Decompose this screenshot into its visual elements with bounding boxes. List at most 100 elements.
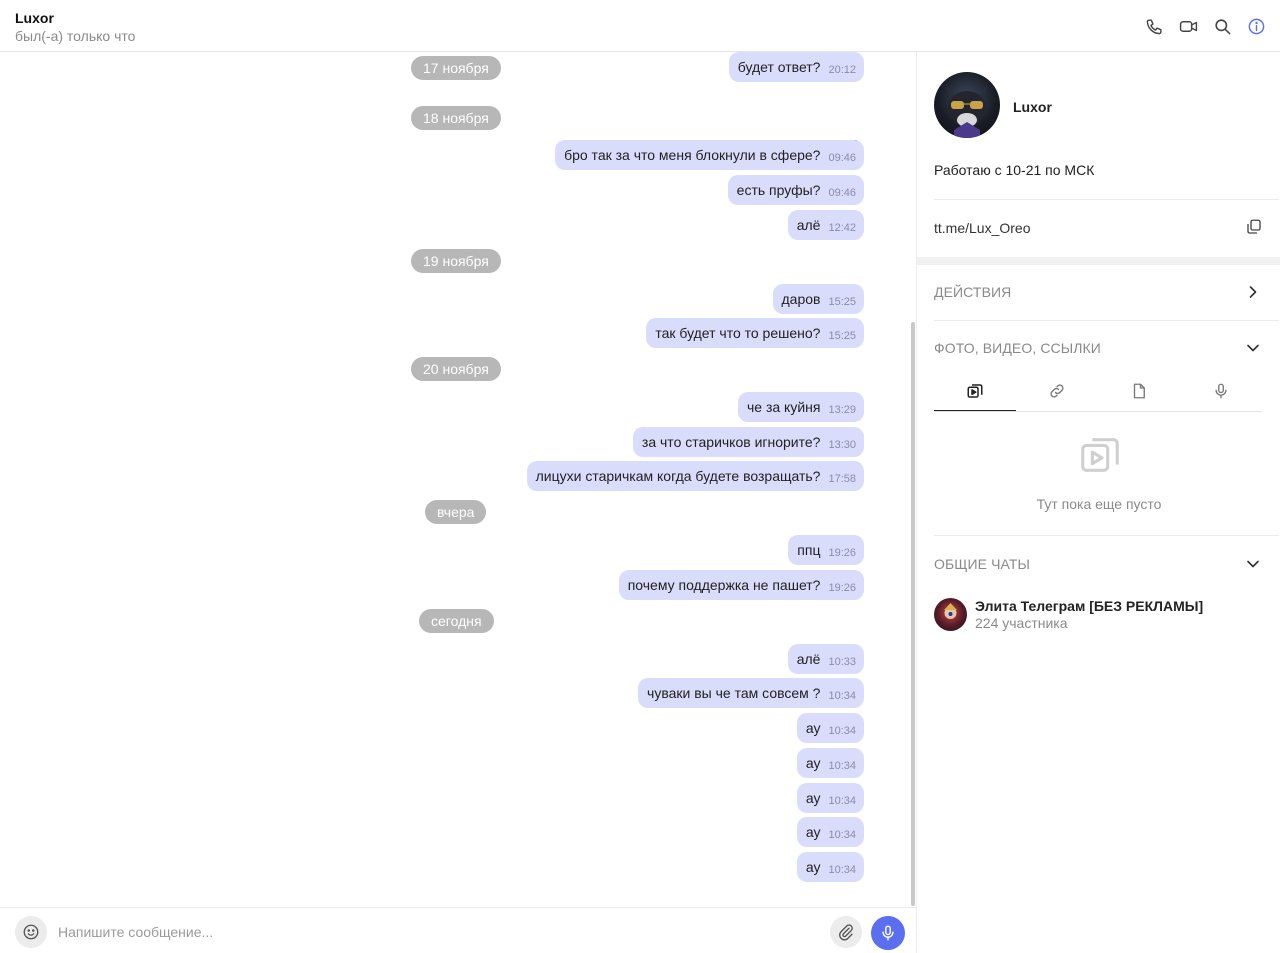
copy-icon[interactable] <box>1245 218 1263 236</box>
video-icon[interactable] <box>1178 16 1198 36</box>
message-bubble[interactable]: алё 12:42 <box>787 210 864 240</box>
message-time: 12:42 <box>828 222 856 234</box>
divider <box>934 199 1279 200</box>
message-text: будет ответ? <box>737 59 821 75</box>
profile-name: Luxor <box>1013 99 1052 115</box>
message-time: 10:34 <box>828 760 856 772</box>
message-bubble[interactable]: че за куйня 13:29 <box>737 392 864 422</box>
message-bubble[interactable]: ау 10:34 <box>796 817 864 847</box>
message-time: 17:58 <box>828 473 856 485</box>
chevron-down-icon[interactable] <box>1243 554 1263 574</box>
microphone-icon <box>882 925 894 941</box>
profile-sidebar: Luxor Работаю с 10-21 по МСК tt.me/Lux_O… <box>916 52 1280 953</box>
chat-status: был(-а) только что <box>15 28 136 44</box>
smile-icon <box>23 924 39 940</box>
message-bubble[interactable]: бро так за что меня блокнули в сфере? 09:… <box>555 140 864 170</box>
common-chat-item[interactable]: Элита Телеграм [БЕЗ РЕКЛАМЫ] 224 участни… <box>934 597 1264 633</box>
message-bubble[interactable]: ау 10:34 <box>796 783 864 813</box>
app: Luxor был(-а) только что 17 ноября 18 но… <box>0 0 1280 953</box>
message-bubble[interactable]: ппц 19:26 <box>788 535 864 565</box>
message-input[interactable] <box>58 920 808 944</box>
message-bubble[interactable]: алё 10:33 <box>787 644 864 674</box>
message-bubble[interactable]: лицухи старичкам когда будете возращать?… <box>526 461 864 491</box>
message-text: почему поддержка не пашет? <box>627 577 821 593</box>
attach-button[interactable] <box>830 916 862 948</box>
chevron-down-icon[interactable] <box>1243 338 1263 358</box>
message-text: алё <box>796 217 821 233</box>
chat-title[interactable]: Luxor <box>15 10 54 26</box>
tab-media[interactable] <box>934 370 1016 412</box>
message-bubble[interactable]: ау 10:34 <box>796 713 864 743</box>
tab-links[interactable] <box>1016 370 1098 412</box>
message-text: даров <box>781 291 821 307</box>
message-bubble[interactable]: есть пруфы? 09:46 <box>727 175 864 205</box>
message-bubble[interactable]: ау 10:34 <box>796 748 864 778</box>
message-bubble[interactable]: будет ответ? 20:12 <box>728 52 864 82</box>
message-time: 10:34 <box>828 864 856 876</box>
tab-files[interactable] <box>1098 370 1180 412</box>
profile-avatar[interactable] <box>934 72 1000 138</box>
message-time: 19:26 <box>828 582 856 594</box>
message-text: ау <box>805 790 821 806</box>
message-time: 09:46 <box>828 187 856 199</box>
message-bubble[interactable]: за что старичков игнорите? 13:30 <box>632 427 864 457</box>
message-list[interactable]: 17 ноября 18 ноября 19 ноября 20 ноября … <box>0 52 916 907</box>
header-actions <box>1144 16 1266 36</box>
message-bubble[interactable]: даров 15:25 <box>772 284 864 314</box>
divider <box>934 320 1279 321</box>
actions-section-title[interactable]: ДЕЙСТВИЯ <box>934 284 1011 300</box>
scroll-edge <box>0 52 3 147</box>
tab-voice[interactable] <box>1180 370 1262 412</box>
profile-bio: Работаю с 10-21 по МСК <box>934 162 1095 178</box>
chat-scrollbar[interactable] <box>911 322 915 906</box>
message-text: че за куйня <box>746 399 821 415</box>
empty-media-text: Тут пока еще пусто <box>1036 496 1162 512</box>
message-text: так будет что то решено? <box>655 325 821 341</box>
message-text: алё <box>796 651 821 667</box>
date-separator: вчера <box>425 500 487 524</box>
emoji-button[interactable] <box>15 916 47 948</box>
common-chat-members: 224 участника <box>975 615 1068 631</box>
message-time: 15:25 <box>828 330 856 342</box>
message-text: есть пруфы? <box>736 182 821 198</box>
media-section-title[interactable]: ФОТО, ВИДЕО, ССЫЛКИ <box>934 340 1101 356</box>
message-time: 10:34 <box>828 795 856 807</box>
section-separator <box>917 257 1280 265</box>
date-separator: 20 ноября <box>411 357 501 381</box>
message-text: бро так за что меня блокнули в сфере? <box>564 147 821 163</box>
message-text: ау <box>805 859 821 875</box>
message-text: ау <box>805 824 821 840</box>
profile-link[interactable]: tt.me/Lux_Oreo <box>934 220 1031 236</box>
search-icon[interactable] <box>1212 16 1232 36</box>
media-icon <box>967 384 983 398</box>
message-bubble[interactable]: так будет что то решено? 15:25 <box>646 318 864 348</box>
date-separator: 17 ноября <box>411 56 501 80</box>
message-bubble[interactable]: чуваки вы че там совсем ? 10:34 <box>638 678 864 708</box>
chevron-right-icon[interactable] <box>1243 282 1263 302</box>
tabs-divider <box>934 411 1262 412</box>
link-icon <box>1050 384 1064 398</box>
message-time: 13:30 <box>828 439 856 451</box>
message-time: 10:33 <box>828 656 856 668</box>
phone-icon[interactable] <box>1144 16 1164 36</box>
message-bubble[interactable]: почему поддержка не пашет? 19:26 <box>618 570 864 600</box>
common-chat-avatar <box>934 598 967 631</box>
message-text: лицухи старичкам когда будете возращать? <box>535 468 821 484</box>
message-bubble[interactable]: ау 10:34 <box>796 852 864 882</box>
chat-header: Luxor был(-а) только что <box>0 0 1280 52</box>
message-time: 15:25 <box>828 296 856 308</box>
message-time: 13:29 <box>828 404 856 416</box>
voice-record-button[interactable] <box>871 916 905 950</box>
message-text: ппц <box>797 542 821 558</box>
common-chat-name: Элита Телеграм [БЕЗ РЕКЛАМЫ] <box>975 598 1204 614</box>
voice-icon <box>1215 383 1227 399</box>
message-composer <box>0 907 916 953</box>
info-icon[interactable] <box>1246 16 1266 36</box>
message-text: за что старичков игнорите? <box>641 434 821 450</box>
date-separator: 19 ноября <box>411 249 501 273</box>
message-text: ау <box>805 755 821 771</box>
divider <box>934 535 1279 536</box>
message-time: 09:46 <box>828 152 856 164</box>
media-tabs <box>934 370 1262 412</box>
common-chats-title[interactable]: ОБЩИЕ ЧАТЫ <box>934 556 1030 572</box>
